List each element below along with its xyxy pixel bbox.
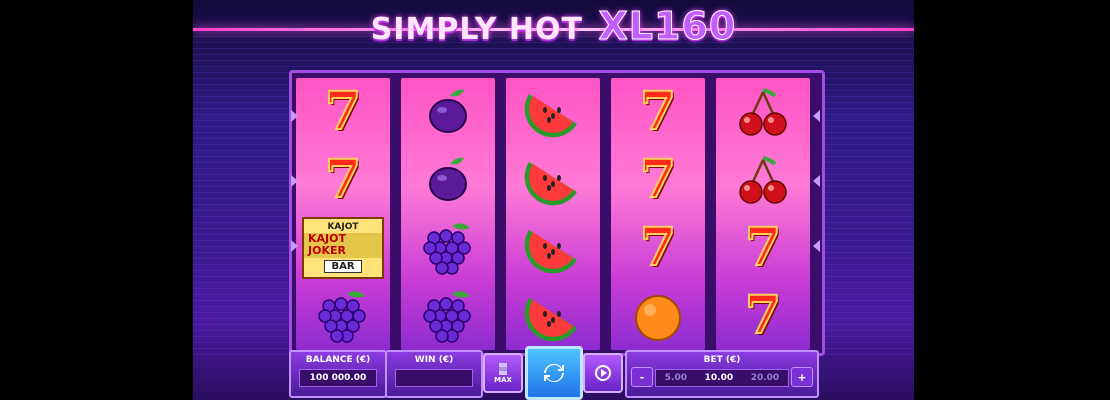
plum-icon: [429, 157, 467, 201]
bet-label: BET (€): [703, 355, 741, 365]
symbol-watermelon: [506, 214, 600, 282]
game-stage: SIMPLY HOT XL160 160 160 77KAJOTKAJOT JO…: [193, 0, 914, 400]
watermelon-icon: [524, 298, 577, 342]
symbol-cherries: [716, 146, 810, 214]
orange-icon: [635, 295, 681, 341]
balance-panel: BALANCE (€) 100 000.00: [289, 350, 387, 398]
title-main: SIMPLY HOT: [370, 12, 583, 47]
reel-1: 7 7 KAJOT KAJOT JOKER BAR: [296, 78, 390, 350]
autoplay-icon: [595, 365, 611, 381]
symbol-watermelon: [506, 282, 600, 350]
bet-prev-value[interactable]: 5.00: [665, 373, 687, 383]
seven-symbol: 7: [639, 217, 677, 278]
reel-2: [401, 78, 495, 350]
payline-arrow-left: [291, 110, 298, 122]
title-xl: XL160: [598, 4, 737, 49]
reel-frame: 7 7 KAJOT KAJOT JOKER BAR 7 7 7 7 7: [289, 70, 825, 356]
bet-next-value[interactable]: 20.00: [751, 373, 779, 383]
symbol-kajot-joker-bar: KAJOT KAJOT JOKER BAR: [296, 214, 390, 282]
cherries-icon: [739, 88, 787, 136]
watermelon-icon: [524, 94, 577, 138]
payline-arrow-right: [813, 110, 820, 122]
reel-5: 77: [716, 78, 810, 350]
coins-icon: [499, 363, 507, 375]
max-bet-label: MAX: [494, 376, 512, 384]
bet-selector: 5.00 10.00 20.00: [655, 369, 789, 387]
symbol-watermelon: [506, 78, 600, 146]
reel-3: [506, 78, 600, 350]
symbol-cherries: [716, 78, 810, 146]
joker-bar: BAR: [324, 259, 362, 273]
symbol-grapes: [296, 282, 390, 350]
symbol-seven: 7: [716, 282, 810, 350]
bet-panel: BET (€) 5.00 10.00 20.00 - +: [625, 350, 819, 398]
symbol-plum: [401, 78, 495, 146]
payline-arrow-left: [291, 175, 298, 187]
seven-symbol: 7: [324, 149, 362, 210]
seven-symbol: 7: [639, 149, 677, 210]
bet-increase-button[interactable]: +: [791, 367, 813, 387]
grapes-icon: [423, 223, 471, 275]
symbol-watermelon: [506, 146, 600, 214]
payline-arrow-right: [813, 240, 820, 252]
symbol-orange: [611, 282, 705, 350]
game-title: SIMPLY HOT XL160: [193, 4, 914, 49]
max-bet-button[interactable]: MAX: [483, 353, 523, 393]
spin-icon: [544, 363, 564, 383]
spin-button[interactable]: [525, 346, 583, 400]
symbol-seven: 7: [611, 78, 705, 146]
balance-label: BALANCE (€): [305, 355, 371, 365]
symbol-grapes: [401, 282, 495, 350]
control-bar: BALANCE (€) 100 000.00 WIN (€) MAX BET (…: [289, 346, 819, 400]
win-value: [395, 369, 473, 387]
symbol-seven: 7: [611, 146, 705, 214]
seven-symbol: 7: [324, 81, 362, 142]
payline-arrow-right: [813, 175, 820, 187]
seven-symbol: 7: [744, 285, 782, 346]
symbol-seven: 7: [296, 78, 390, 146]
symbol-seven: 7: [611, 214, 705, 282]
win-panel: WIN (€): [385, 350, 483, 398]
grapes-icon: [318, 291, 366, 343]
reel-4: 7 7 7: [611, 78, 705, 350]
autoplay-button[interactable]: [583, 353, 623, 393]
watermelon-icon: [524, 162, 577, 206]
title-number: 160: [653, 4, 737, 49]
bet-decrease-button[interactable]: -: [631, 367, 653, 387]
seven-symbol: 7: [744, 217, 782, 278]
grapes-icon: [423, 291, 471, 343]
symbol-grapes: [401, 214, 495, 282]
symbol-seven: 7: [296, 146, 390, 214]
joker-symbol: KAJOT KAJOT JOKER BAR: [302, 217, 384, 279]
bet-current-value: 10.00: [704, 373, 734, 383]
balance-value: 100 000.00: [299, 369, 377, 387]
symbol-plum: [401, 146, 495, 214]
seven-symbol: 7: [639, 81, 677, 142]
symbol-seven: 7: [716, 214, 810, 282]
joker-line2: KAJOT JOKER: [304, 233, 382, 258]
plum-icon: [429, 89, 467, 133]
payline-arrow-left: [291, 240, 298, 252]
watermelon-icon: [524, 230, 577, 274]
win-label: WIN (€): [414, 355, 454, 365]
cherries-icon: [739, 156, 787, 204]
